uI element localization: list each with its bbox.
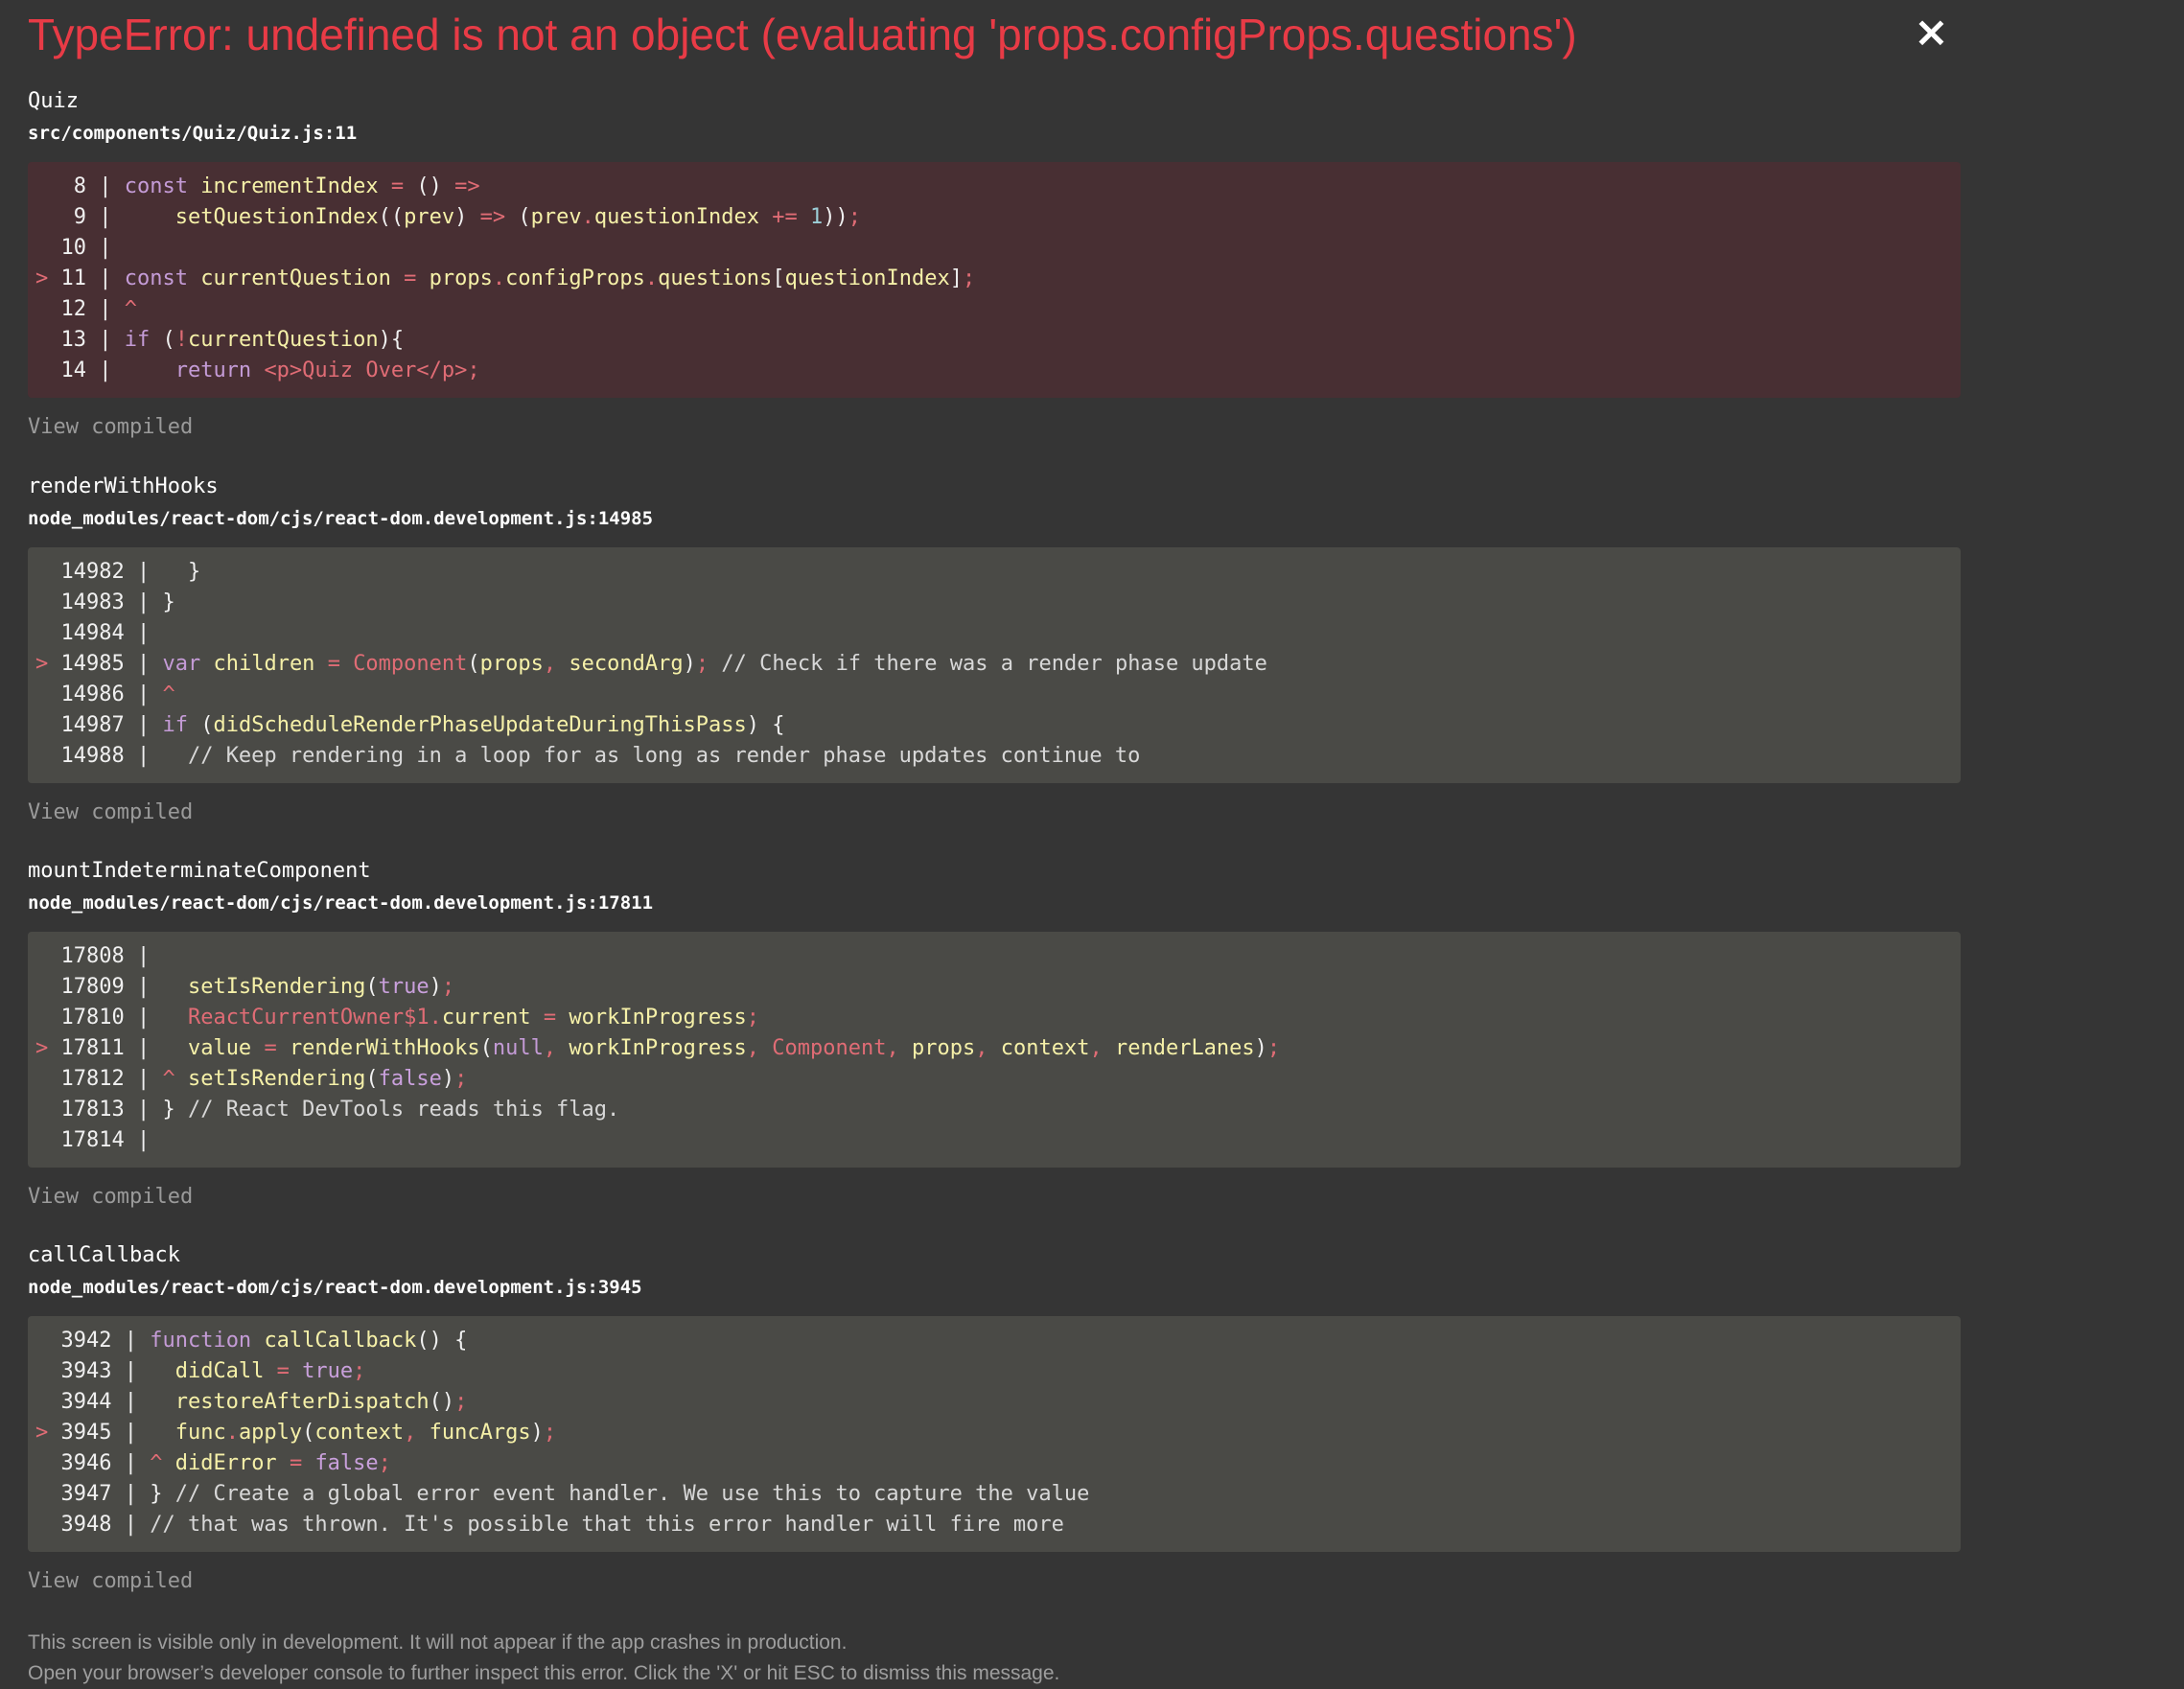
code-line: 17814 | bbox=[48, 1128, 163, 1152]
code-line-highlighted: > 11 | const currentQuestion = props.con… bbox=[35, 266, 976, 290]
code-line: 9 | setQuestionIndex((prev) => (prev.que… bbox=[48, 205, 862, 229]
code-line-highlighted: > 17811 | value = renderWithHooks(null, … bbox=[35, 1036, 1281, 1060]
code-line-highlighted: > 3945 | func.apply(context, funcArgs); bbox=[35, 1421, 557, 1445]
code-line: 3943 | didCall = true; bbox=[48, 1359, 366, 1383]
code-line: 14988 | // Keep rendering in a loop for … bbox=[48, 744, 1141, 768]
footer-line: Open your browser’s developer console to… bbox=[28, 1662, 1060, 1684]
code-line: 17813 | } // React DevTools reads this f… bbox=[48, 1098, 620, 1122]
code-line: 14986 | ^ bbox=[48, 683, 175, 706]
code-line-highlighted: > 14985 | var children = Component(props… bbox=[35, 652, 1267, 676]
code-line: 3942 | function callCallback() { bbox=[48, 1329, 468, 1353]
frame-function-name: renderWithHooks bbox=[28, 474, 219, 498]
error-overlay: TypeError: undefined is not an object (e… bbox=[0, 0, 2184, 1684]
code-line: 13 | if (!currentQuestion){ bbox=[48, 328, 405, 352]
footer-note: This screen is visible only in developme… bbox=[28, 1628, 1059, 1689]
code-line: 14987 | if (didScheduleRenderPhaseUpdate… bbox=[48, 713, 785, 737]
frame-function-name: callCallback bbox=[28, 1243, 180, 1267]
frame-function-name: Quiz bbox=[28, 89, 79, 113]
code-line: 12 | ^ bbox=[48, 297, 137, 321]
view-compiled-link[interactable]: View compiled bbox=[28, 1182, 193, 1213]
footer-line: This screen is visible only in developme… bbox=[28, 1631, 848, 1654]
error-title: TypeError: undefined is not an object (e… bbox=[28, 10, 1577, 59]
view-compiled-link[interactable]: View compiled bbox=[28, 798, 193, 828]
code-line: 3946 | ^ didError = false; bbox=[48, 1451, 391, 1475]
frame-file-path: node_modules/react-dom/cjs/react-dom.dev… bbox=[28, 1277, 642, 1298]
code-line: 14984 | bbox=[48, 621, 163, 645]
code-line: 14983 | } bbox=[48, 590, 175, 614]
code-snippet: 8 | const incrementIndex = () => 9 | set… bbox=[28, 162, 1961, 398]
code-line: 14982 | } bbox=[48, 560, 201, 584]
view-compiled-link[interactable]: View compiled bbox=[28, 1566, 193, 1597]
code-snippet: 17808 | 17809 | setIsRendering(true); 17… bbox=[28, 932, 1961, 1168]
view-compiled-link[interactable]: View compiled bbox=[28, 412, 193, 443]
code-line: 17812 | ^ setIsRendering(false); bbox=[48, 1067, 468, 1091]
frame-file-path: node_modules/react-dom/cjs/react-dom.dev… bbox=[28, 508, 654, 529]
close-icon[interactable]: × bbox=[1914, 10, 1949, 56]
code-line: 3944 | restoreAfterDispatch(); bbox=[48, 1390, 468, 1414]
code-line: 14 | return <p>Quiz Over</p>; bbox=[48, 359, 480, 382]
code-line: 17810 | ReactCurrentOwner$1.current = wo… bbox=[48, 1006, 760, 1030]
code-line: 3947 | } // Create a global error event … bbox=[48, 1482, 1090, 1506]
frame-function-name: mountIndeterminateComponent bbox=[28, 859, 371, 883]
frame-file-path: src/components/Quiz/Quiz.js:11 bbox=[28, 123, 358, 144]
code-snippet: 3942 | function callCallback() { 3943 | … bbox=[28, 1316, 1961, 1552]
code-line: 8 | const incrementIndex = () => bbox=[48, 174, 480, 198]
code-line: 17808 | bbox=[48, 944, 163, 968]
frame-file-path: node_modules/react-dom/cjs/react-dom.dev… bbox=[28, 892, 654, 914]
code-line: 17809 | setIsRendering(true); bbox=[48, 975, 455, 999]
code-snippet: 14982 | } 14983 | } 14984 | > 14985 | va… bbox=[28, 547, 1961, 783]
code-line: 3948 | // that was thrown. It's possible… bbox=[48, 1513, 1064, 1537]
code-line: 10 | bbox=[48, 236, 125, 260]
